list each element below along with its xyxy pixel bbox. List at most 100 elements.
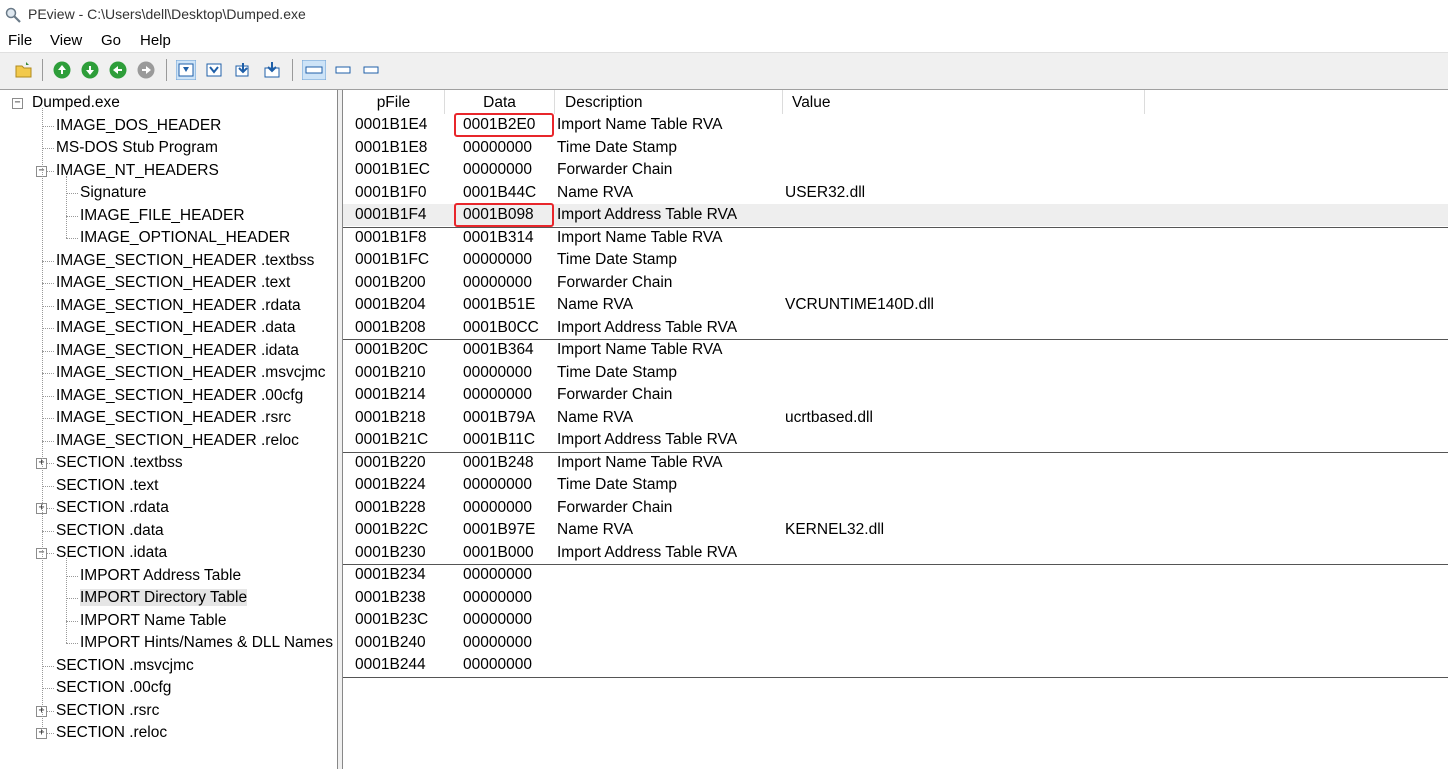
tree-connector: [42, 108, 44, 733]
group-divider: [343, 676, 1448, 678]
tree-item[interactable]: SECTION .msvcjmc: [56, 655, 194, 677]
tree-item[interactable]: IMAGE_SECTION_HEADER .msvcjmc: [56, 362, 326, 384]
tree-item[interactable]: IMAGE_SECTION_HEADER .text: [56, 272, 290, 294]
tree-item[interactable]: SECTION .textbss: [56, 452, 183, 474]
table-row[interactable]: 0001B218 0001B79A Name RVA ucrtbased.dll: [343, 407, 1448, 429]
tree-item-label: MS-DOS Stub Program: [56, 139, 218, 156]
column-pfile[interactable]: pFile: [343, 90, 445, 114]
table-row[interactable]: 0001B214 00000000 Forwarder Chain: [343, 384, 1448, 406]
view-byte-icon[interactable]: [176, 60, 196, 80]
cell-pfile: 0001B240: [355, 633, 426, 651]
table-row[interactable]: 0001B1E4 0001B2E0 Import Name Table RVA: [343, 114, 1448, 136]
menu-help[interactable]: Help: [140, 32, 171, 49]
table-row[interactable]: 0001B200 00000000 Forwarder Chain: [343, 272, 1448, 294]
table-row[interactable]: 0001B234 00000000: [343, 564, 1448, 586]
tree-item[interactable]: IMPORT Directory Table: [80, 587, 248, 609]
tree-item[interactable]: MS-DOS Stub Program: [56, 137, 218, 159]
table-row[interactable]: 0001B208 0001B0CC Import Address Table RVA: [343, 317, 1448, 339]
view-word-icon[interactable]: [204, 60, 224, 80]
tree-item[interactable]: Dumped.exe: [32, 92, 120, 114]
table-row[interactable]: 0001B1F4 0001B098 Import Address Table RVA: [343, 204, 1448, 226]
table-row[interactable]: 0001B1F0 0001B44C Name RVA USER32.dll: [343, 182, 1448, 204]
tree-item[interactable]: SECTION .reloc: [56, 722, 167, 744]
column-value[interactable]: Value: [783, 90, 1145, 114]
tree-item[interactable]: SECTION .text: [56, 475, 159, 497]
menu-view[interactable]: View: [50, 32, 82, 49]
tree-item[interactable]: IMAGE_SECTION_HEADER .idata: [56, 340, 299, 362]
medium-view-icon[interactable]: [334, 60, 352, 80]
open-folder-icon[interactable]: [14, 60, 34, 80]
tree-view[interactable]: − Dumped.exe IMAGE_DOS_HEADER MS-DOS Stub P…: [0, 90, 338, 769]
cell-data: 00000000: [463, 588, 532, 606]
previous-icon[interactable]: [108, 60, 128, 80]
tree-item-label: SECTION .00cfg: [56, 679, 172, 696]
cell-pfile: 0001B1F0: [355, 183, 427, 201]
table-row[interactable]: 0001B228 00000000 Forwarder Chain: [343, 497, 1448, 519]
tree-item[interactable]: IMAGE_SECTION_HEADER .00cfg: [56, 385, 303, 407]
table-row[interactable]: 0001B240 00000000: [343, 632, 1448, 654]
table-row[interactable]: 0001B204 0001B51E Name RVA VCRUNTIME140D.dl…: [343, 294, 1448, 316]
table-row[interactable]: 0001B23C 00000000: [343, 609, 1448, 631]
cell-data: 0001B2E0: [463, 116, 536, 133]
cell-data: 0001B11C: [463, 431, 536, 448]
cell-data: 00000000: [463, 656, 532, 673]
cell-description: Import Address Table RVA: [557, 206, 738, 223]
tree-item-label: Signature: [80, 184, 147, 201]
toolbar: [0, 53, 1448, 90]
cell-pfile: 0001B1FC: [355, 251, 430, 268]
tree-item[interactable]: IMAGE_SECTION_HEADER .data: [56, 317, 295, 339]
wide-view-icon[interactable]: [302, 60, 326, 80]
view-address-icon[interactable]: [262, 60, 282, 80]
table-row[interactable]: 0001B224 00000000 Time Date Stamp: [343, 474, 1448, 496]
tree-item[interactable]: IMPORT Address Table: [80, 565, 241, 587]
table-row[interactable]: 0001B220 0001B248 Import Name Table RVA: [343, 452, 1448, 474]
collapse-icon[interactable]: −: [12, 98, 23, 109]
cell-description: Time Date Stamp: [557, 251, 678, 268]
view-dword-icon[interactable]: [234, 60, 254, 80]
tree-item[interactable]: SECTION .data: [56, 520, 164, 542]
table-row[interactable]: 0001B244 00000000: [343, 654, 1448, 676]
cell-description: Import Name Table RVA: [557, 228, 723, 246]
table-row[interactable]: 0001B1E8 00000000 Time Date Stamp: [343, 137, 1448, 159]
cell-description: Name RVA: [557, 521, 634, 538]
table-row[interactable]: 0001B1FC 00000000 Time Date Stamp: [343, 249, 1448, 271]
menu-file[interactable]: File: [8, 32, 32, 49]
tree-item[interactable]: IMAGE_NT_HEADERS: [56, 160, 219, 182]
tree-item[interactable]: IMAGE_SECTION_HEADER .rdata: [56, 295, 301, 317]
tree-item[interactable]: SECTION .rdata: [56, 497, 169, 519]
table-row[interactable]: 0001B21C 0001B11C Import Address Table RVA: [343, 429, 1448, 451]
column-description[interactable]: Description: [555, 90, 783, 114]
tree-item[interactable]: IMAGE_DOS_HEADER: [56, 115, 221, 137]
next-icon[interactable]: [136, 60, 156, 80]
tree-item[interactable]: IMAGE_SECTION_HEADER .textbss: [56, 250, 314, 272]
table-row[interactable]: 0001B1EC 00000000 Forwarder Chain: [343, 159, 1448, 181]
details-list: pFile Data Description Value 0001B1E4 000…: [343, 90, 1448, 769]
table-row[interactable]: 0001B20C 0001B364 Import Name Table RVA: [343, 339, 1448, 361]
table-row[interactable]: 0001B230 0001B000 Import Address Table RVA: [343, 542, 1448, 564]
table-row[interactable]: 0001B238 00000000: [343, 587, 1448, 609]
tree-item[interactable]: IMPORT Name Table: [80, 610, 226, 632]
tree-item-label: IMAGE_SECTION_HEADER .text: [56, 274, 291, 291]
tree-item[interactable]: IMAGE_SECTION_HEADER .reloc: [56, 430, 299, 452]
tree-item[interactable]: IMAGE_OPTIONAL_HEADER: [80, 227, 290, 249]
narrow-view-icon[interactable]: [362, 60, 380, 80]
menu-go[interactable]: Go: [101, 32, 121, 49]
toolbar-separator: [166, 59, 167, 81]
table-row[interactable]: 0001B22C 0001B97E Name RVA KERNEL32.dll: [343, 519, 1448, 541]
cell-data: 0001B44C: [463, 183, 537, 201]
table-row[interactable]: 0001B210 00000000 Time Date Stamp: [343, 362, 1448, 384]
column-data[interactable]: Data: [445, 90, 555, 114]
tree-item[interactable]: IMAGE_FILE_HEADER: [80, 205, 245, 227]
tree-item[interactable]: IMPORT Hints/Names & DLL Names: [80, 632, 333, 654]
forward-icon[interactable]: [80, 60, 100, 80]
tree-item[interactable]: SECTION .rsrc: [56, 700, 159, 722]
cell-data: 0001B248: [463, 453, 534, 471]
tree-item[interactable]: IMAGE_SECTION_HEADER .rsrc: [56, 407, 291, 429]
tree-item[interactable]: SECTION .idata: [56, 542, 167, 564]
tree-item[interactable]: Signature: [80, 182, 146, 204]
tree-item[interactable]: SECTION .00cfg: [56, 677, 171, 699]
table-row[interactable]: 0001B1F8 0001B314 Import Name Table RVA: [343, 227, 1448, 249]
back-icon[interactable]: [52, 60, 72, 80]
cell-pfile: 0001B244: [355, 656, 426, 673]
tree-connector: [66, 175, 68, 238]
